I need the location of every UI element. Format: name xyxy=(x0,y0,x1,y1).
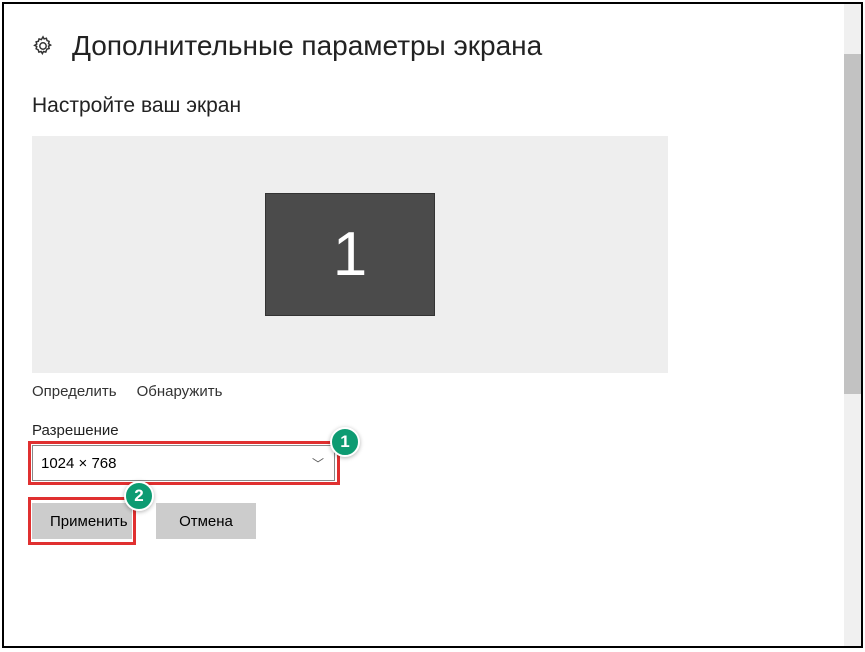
cancel-button[interactable]: Отмена xyxy=(156,503,256,539)
section-heading: Настройте ваш экран xyxy=(32,94,816,118)
resolution-value: 1024 × 768 xyxy=(41,455,117,472)
identify-link[interactable]: Определить xyxy=(32,383,117,400)
annotation-callout-1: 1 xyxy=(330,427,360,457)
resolution-dropdown-wrap: 1024 × 768 ﹀ 1 xyxy=(32,445,344,481)
resolution-dropdown[interactable]: 1024 × 768 ﹀ xyxy=(32,445,335,481)
monitor-tile[interactable]: 1 xyxy=(265,193,435,316)
settings-window: Дополнительные параметры экрана Настройт… xyxy=(2,2,863,648)
scrollbar[interactable] xyxy=(844,4,861,646)
detect-link[interactable]: Обнаружить xyxy=(137,383,223,400)
resolution-label: Разрешение xyxy=(32,422,816,439)
page-title: Дополнительные параметры экрана xyxy=(72,30,542,62)
button-row: Применить Отмена 2 xyxy=(32,503,344,539)
gear-icon xyxy=(32,35,54,57)
scrollbar-thumb[interactable] xyxy=(844,54,861,394)
annotation-callout-2: 2 xyxy=(124,481,154,511)
display-arrangement[interactable]: 1 xyxy=(32,136,668,373)
title-row: Дополнительные параметры экрана xyxy=(32,30,816,62)
apply-button[interactable]: Применить xyxy=(32,503,132,539)
monitor-number: 1 xyxy=(333,219,367,290)
chevron-down-icon: ﹀ xyxy=(312,455,324,472)
